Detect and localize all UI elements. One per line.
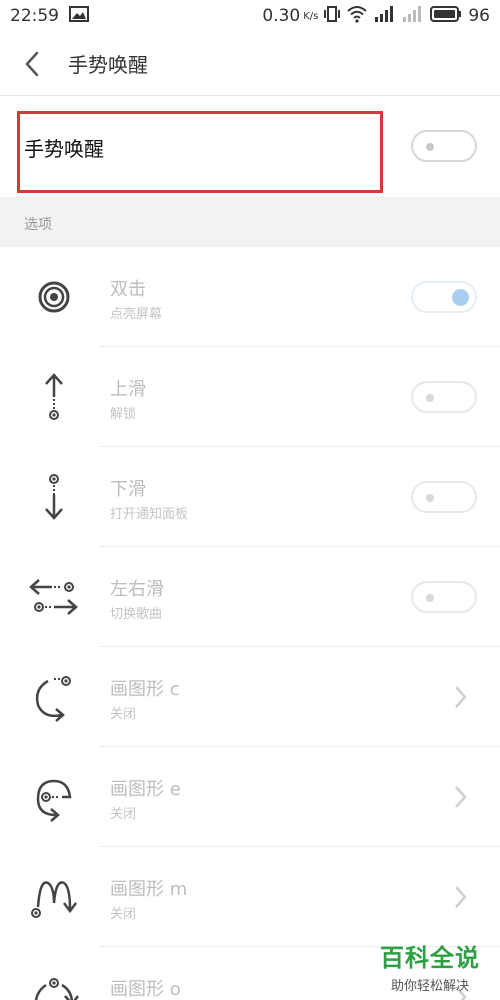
- gesture-title: 双击: [110, 279, 146, 300]
- gesture-row-swipe-down[interactable]: 下滑 打开通知面板: [0, 447, 500, 547]
- back-button[interactable]: [0, 32, 64, 96]
- wifi-icon: [346, 5, 368, 28]
- gesture-subtitle: 点亮屏幕: [110, 307, 163, 322]
- watermark: 百科全说 助你轻松解决: [374, 938, 486, 994]
- signal-icon: [374, 5, 396, 27]
- gesture-row-draw-e[interactable]: 画图形 e 关闭: [0, 747, 500, 847]
- gesture-subtitle: 切换歌曲: [110, 607, 163, 622]
- highlight-box: [17, 111, 383, 193]
- gesture-title: 上滑: [110, 379, 146, 400]
- battery-icon: [430, 5, 462, 28]
- network-speed: 0.30: [262, 6, 301, 26]
- gesture-subtitle: 关闭: [110, 807, 137, 822]
- gesture-title: 下滑: [110, 479, 146, 500]
- battery-level: 96: [468, 6, 490, 26]
- vibrate-icon: [324, 5, 341, 28]
- swipe-down-switch[interactable]: [411, 481, 477, 513]
- chevron-right-icon[interactable]: [448, 883, 472, 911]
- app-bar: 手势唤醒: [0, 32, 500, 96]
- section-header: 选项: [0, 197, 500, 247]
- draw-e-icon: [36, 779, 72, 822]
- gesture-row-double-tap[interactable]: 双击 点亮屏幕: [0, 247, 500, 347]
- double-tap-switch[interactable]: [411, 281, 477, 313]
- gesture-title: 画图形 m: [110, 879, 188, 900]
- master-toggle-switch[interactable]: [411, 130, 477, 162]
- gesture-title: 画图形 c: [110, 679, 180, 700]
- draw-o-icon: [34, 978, 79, 1000]
- draw-m-icon: [31, 881, 77, 918]
- chevron-right-icon[interactable]: [448, 683, 472, 711]
- status-bar: 22:59 0.30 K/s 96: [0, 0, 500, 32]
- gesture-subtitle: 关闭: [110, 707, 137, 722]
- status-time: 22:59: [10, 6, 59, 26]
- chevron-right-icon[interactable]: [448, 783, 472, 811]
- gesture-subtitle: 解锁: [110, 407, 137, 422]
- swipe-up-switch[interactable]: [411, 381, 477, 413]
- network-speed-unit: K/s: [303, 10, 319, 22]
- watermark-sub: 助你轻松解决: [390, 979, 469, 994]
- gesture-row-swipe-up[interactable]: 上滑 解锁: [0, 347, 500, 447]
- swipe-left-right-icon: [29, 579, 78, 615]
- swipe-left-right-switch[interactable]: [411, 581, 477, 613]
- chevron-left-icon: [25, 51, 39, 76]
- gesture-subtitle: 关闭: [110, 907, 137, 922]
- gesture-subtitle: 打开通知面板: [110, 507, 189, 522]
- gesture-title: 左右滑: [110, 579, 164, 600]
- draw-c-icon: [35, 676, 71, 722]
- section-label: 选项: [24, 217, 52, 233]
- image-notification-icon: [69, 5, 89, 27]
- gesture-title: 画图形 e: [110, 779, 181, 800]
- gesture-row-draw-c[interactable]: 画图形 c 关闭: [0, 647, 500, 747]
- target-icon: [38, 281, 70, 313]
- gesture-row-draw-m[interactable]: 画图形 m 关闭: [0, 847, 500, 947]
- gesture-title: 画图形 o: [110, 979, 181, 1000]
- page-title: 手势唤醒: [68, 53, 148, 77]
- gesture-row-swipe-left-right[interactable]: 左右滑 切换歌曲: [0, 547, 500, 647]
- signal-empty-icon: [402, 5, 424, 27]
- master-toggle-row[interactable]: 手势唤醒: [0, 97, 500, 197]
- swipe-down-icon: [45, 474, 63, 520]
- swipe-up-icon: [45, 373, 63, 420]
- watermark-main: 百科全说: [380, 944, 480, 972]
